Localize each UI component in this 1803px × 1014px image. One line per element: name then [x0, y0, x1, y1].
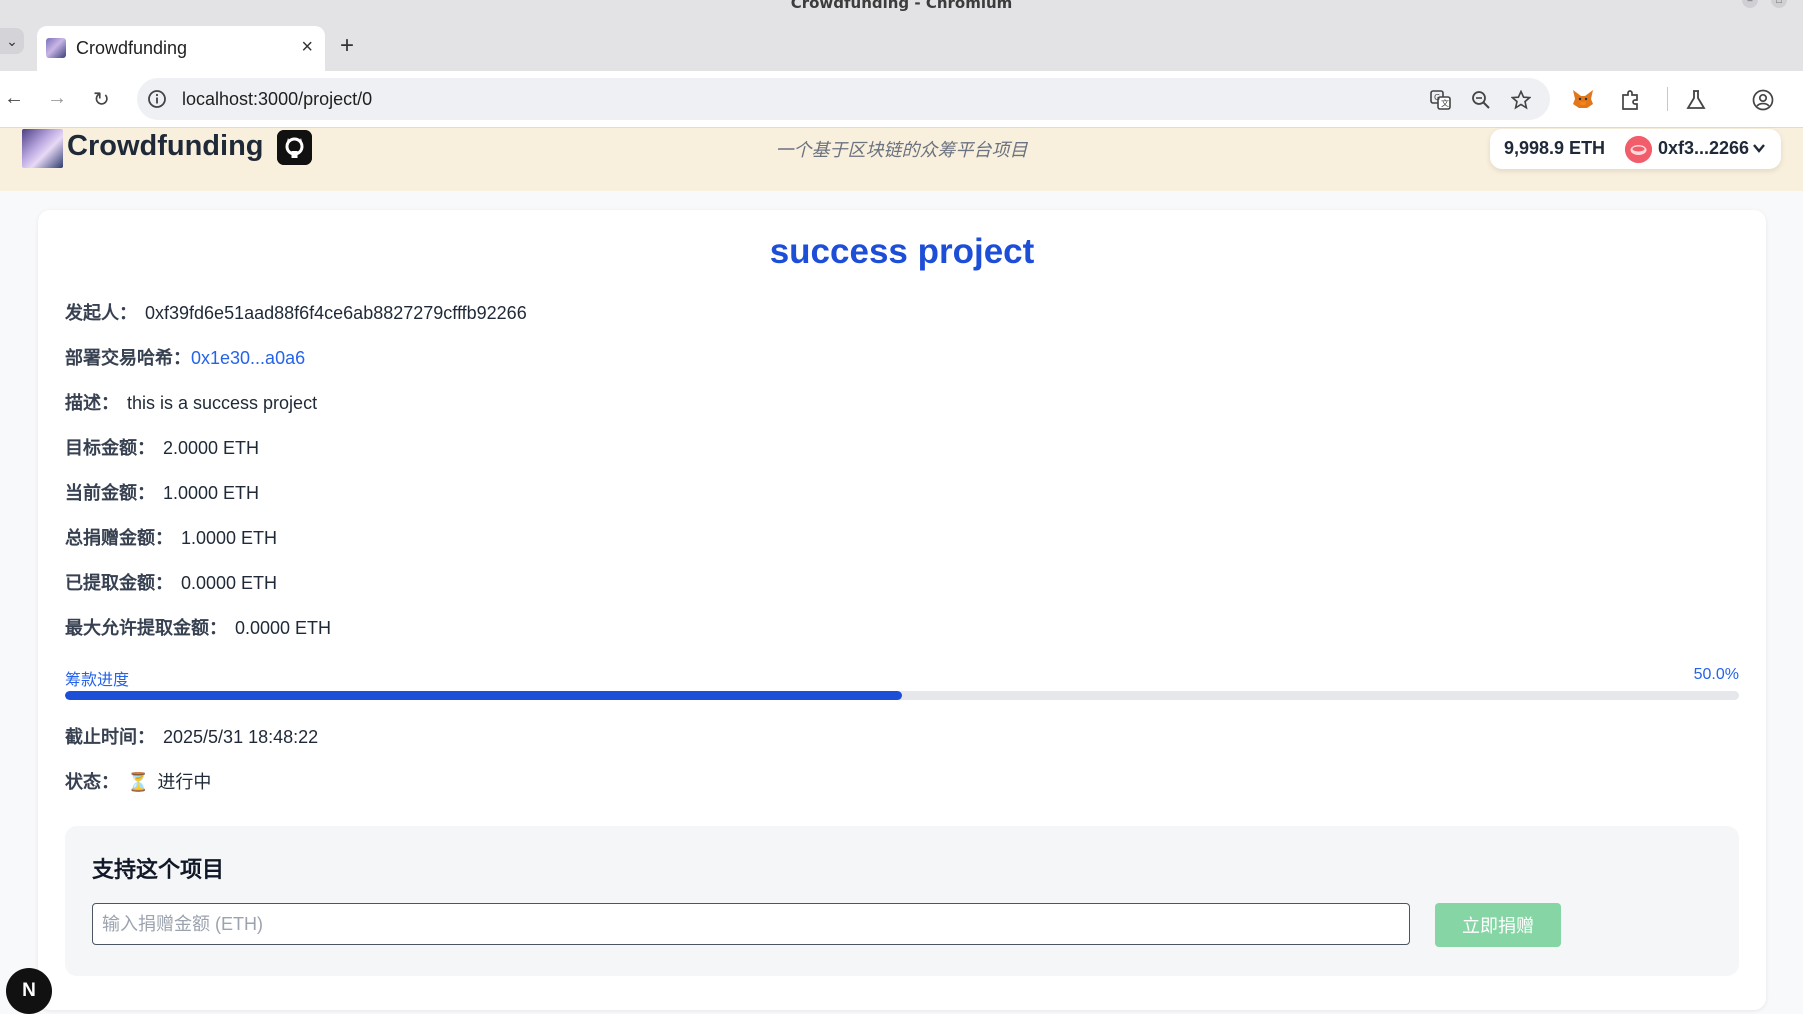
wallet-balance[interactable]: 9,998.9 ETH — [1504, 138, 1605, 159]
new-tab-button[interactable]: + — [340, 32, 354, 60]
field-max-withdraw: 最大允许提取金额： 0.0000 ETH — [65, 614, 331, 640]
browser-toolbar: ← → ↻ localhost:3000/project/0 G 文 — [0, 71, 1803, 128]
field-target: 目标金额： 2.0000 ETH — [65, 434, 259, 460]
donate-button[interactable]: 立即捐赠 — [1435, 903, 1561, 947]
tab-title: Crowdfunding — [76, 38, 188, 58]
app-header: Crowdfunding 一个基于区块链的众筹平台项目 9,998.9 ETH — [0, 128, 1803, 191]
field-max-withdraw-value: 0.0000 ETH — [235, 618, 332, 638]
url-text[interactable]: localhost:3000/project/0 — [182, 89, 372, 110]
project-title: success project — [769, 232, 1035, 271]
window-titlebar: Crowdfunding - Chromium – □ — [0, 0, 1803, 18]
field-initiator-label: 发起人： — [65, 303, 137, 323]
reload-button[interactable]: ↻ — [93, 87, 110, 112]
field-description-label: 描述： — [65, 393, 119, 413]
tab-strip: ⌄ Crowdfunding × + — [0, 18, 1803, 71]
translate-icon[interactable]: G 文 — [1430, 90, 1452, 110]
site-info-icon[interactable] — [147, 89, 167, 109]
field-initiator: 发起人： 0xf39fd6e51aad88f6f4ce6ab8827279cfff… — [65, 299, 527, 325]
svg-text:文: 文 — [1441, 98, 1449, 108]
profile-icon[interactable] — [1752, 89, 1774, 111]
tab-list-button[interactable]: ⌄ — [0, 28, 24, 54]
field-deadline-value: 2025/5/31 18:48:22 — [163, 727, 319, 747]
support-panel: 支持这个项目 立即捐赠 — [65, 826, 1739, 976]
field-initiator-value: 0xf39fd6e51aad88f6f4ce6ab8827279cfffb922… — [145, 303, 527, 323]
field-deadline-label: 截止时间： — [65, 727, 155, 747]
deploy-tx-link[interactable]: 0x1e30...a0a6 — [191, 348, 305, 368]
chevron-down-icon[interactable] — [1752, 141, 1766, 155]
support-heading: 支持这个项目 — [92, 857, 225, 882]
minimize-icon[interactable]: – — [1742, 0, 1758, 8]
labs-flask-icon[interactable] — [1686, 89, 1706, 111]
field-withdrawn-value: 0.0000 ETH — [181, 573, 278, 593]
tab-close-icon[interactable]: × — [301, 36, 313, 59]
field-total-donated-label: 总捐赠金额： — [65, 528, 173, 548]
field-max-withdraw-label: 最大允许提取金额： — [65, 618, 227, 638]
toolbar-divider — [1667, 87, 1668, 111]
field-current-value: 1.0000 ETH — [163, 483, 260, 503]
field-description: 描述： this is a success project — [65, 389, 317, 415]
field-current: 当前金额： 1.0000 ETH — [65, 479, 259, 505]
wallet-widget[interactable]: 9,998.9 ETH 0xf3...2266 — [1490, 129, 1781, 169]
nextjs-dev-badge[interactable]: N — [6, 968, 52, 1014]
tab-crowdfunding[interactable]: Crowdfunding × — [37, 26, 325, 71]
zoom-icon[interactable] — [1471, 90, 1491, 110]
progress-bar — [65, 691, 1739, 700]
field-status: 状态： ⏳ 进行中 — [65, 768, 211, 794]
account-button[interactable]: 0xf3...2266 — [1617, 132, 1777, 166]
field-status-value: 进行中 — [157, 772, 212, 792]
svg-text:G: G — [1434, 93, 1440, 102]
forward-button[interactable]: → — [47, 87, 67, 110]
page-content: Crowdfunding 一个基于区块链的众筹平台项目 9,998.9 ETH — [0, 128, 1803, 1010]
project-card: success project 发起人： 0xf39fd6e51aad88f6f4… — [38, 210, 1766, 1010]
field-target-value: 2.0000 ETH — [163, 438, 260, 458]
field-deploy-tx: 部署交易哈希：0x1e30...a0a6 — [65, 344, 305, 370]
window-title: Crowdfunding - Chromium — [790, 0, 1013, 12]
hourglass-icon: ⏳ — [127, 772, 150, 792]
progress-bar-fill — [65, 691, 902, 700]
donation-amount-input[interactable] — [92, 903, 1410, 945]
field-deploy-tx-label: 部署交易哈希： — [65, 348, 191, 368]
field-withdrawn: 已提取金额： 0.0000 ETH — [65, 569, 277, 595]
site-favicon-icon — [46, 38, 66, 58]
field-total-donated-value: 1.0000 ETH — [181, 528, 278, 548]
field-withdrawn-label: 已提取金额： — [65, 573, 173, 593]
bookmark-star-icon[interactable] — [1511, 90, 1531, 110]
field-total-donated: 总捐赠金额： 1.0000 ETH — [65, 524, 277, 550]
address-bar[interactable]: localhost:3000/project/0 G 文 — [137, 78, 1550, 120]
progress-label: 筹款进度 — [65, 672, 130, 689]
progress-percent: 50.0% — [1693, 666, 1739, 683]
field-deadline: 截止时间： 2025/5/31 18:48:22 — [65, 723, 318, 749]
field-description-value: this is a success project — [127, 393, 318, 413]
account-avatar-icon — [1625, 136, 1652, 163]
account-avatar — [1625, 136, 1652, 163]
extensions-icon[interactable] — [1619, 89, 1641, 111]
field-status-label: 状态： — [65, 772, 119, 792]
field-target-label: 目标金额： — [65, 438, 155, 458]
account-address[interactable]: 0xf3...2266 — [1658, 138, 1749, 159]
metamask-fox-icon[interactable] — [1572, 89, 1594, 109]
maximize-icon[interactable]: □ — [1771, 0, 1787, 8]
field-current-label: 当前金额： — [65, 483, 155, 503]
back-button[interactable]: ← — [4, 87, 24, 110]
